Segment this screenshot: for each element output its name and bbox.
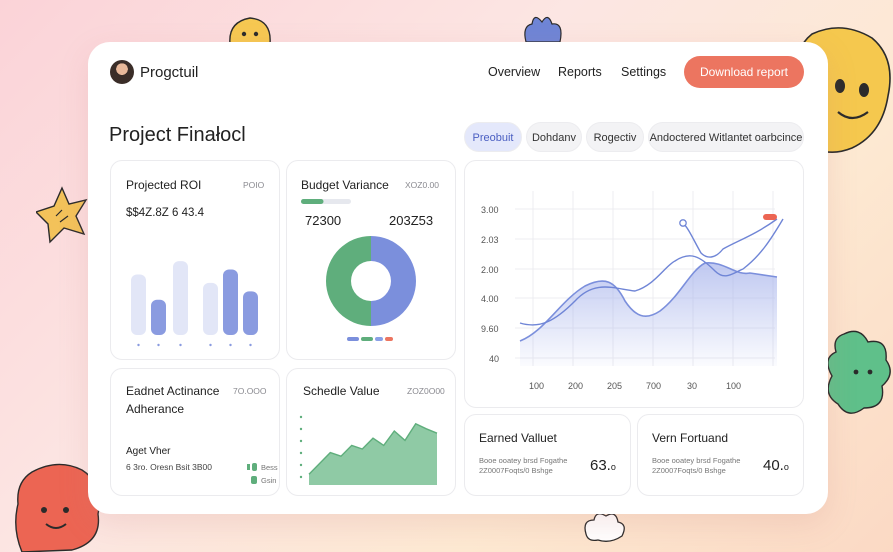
filter-pill-4[interactable]: Andoctered Witlantet oarbcince (648, 122, 804, 152)
forecast-panel: Vern Fortuand Booe ooatey brsd Fogathe 2… (637, 414, 804, 496)
budget-tag: XOZ0.00 (405, 180, 440, 190)
roi-bar-dot (137, 343, 140, 347)
legend-dot-2 (251, 476, 257, 484)
dashboard-card: Progctuil Overview Reports Settings Down… (88, 42, 828, 514)
roi-bar (243, 291, 258, 335)
y-axis-dot (299, 475, 303, 479)
budget-progress-bar (301, 199, 351, 204)
roi-bar-dot (209, 343, 212, 347)
budget-right-value: 203Z53 (389, 213, 434, 228)
header: Progctuil Overview Reports Settings Down… (88, 42, 828, 104)
trend-point-marker (679, 219, 687, 227)
budget-left-value: 72300 (305, 213, 342, 228)
x-label-1: 100 (529, 381, 545, 391)
forecast-value: 40.o (763, 457, 789, 474)
nav-settings[interactable]: Settings (621, 65, 666, 79)
y-axis-dot (299, 463, 303, 467)
roi-bar-chart (131, 261, 258, 347)
donut-slice-green (325, 236, 371, 326)
earned-desc: Booe ooatey brsd Fogathe 2Z0007Foqts/0 B… (479, 456, 568, 475)
x-label-3: 205 (607, 381, 623, 391)
y-axis-dot (299, 427, 303, 431)
page-title: Project Finałocl (109, 124, 246, 146)
white-creature-bottom (584, 513, 625, 542)
filter-pill-1[interactable]: Preobuit (464, 122, 522, 152)
budget-variance-panel: Budget Variance XOZ0.00 72300 203Z53 (286, 160, 456, 360)
budget-title: Budget Variance (301, 178, 389, 192)
roi-bar-dot (179, 343, 182, 347)
earned-value-panel: Earned Valluet Booe ooatey brsd Fogathe … (464, 414, 631, 496)
trend-area (520, 262, 777, 366)
nav-reports[interactable]: Reports (558, 65, 602, 79)
y-label-2: 2.03 (481, 235, 499, 245)
y-label-4: 4.00 (481, 294, 499, 304)
roi-bar (131, 274, 146, 335)
app-name: Progctuil (140, 64, 199, 81)
forecast-title: Vern Fortuand (652, 431, 729, 445)
earned-value: 63.o (590, 457, 616, 474)
avatar[interactable] (110, 60, 134, 84)
legend-label-1: Bess (261, 463, 278, 472)
green-creature-right (827, 330, 891, 414)
x-label-6: 100 (726, 381, 742, 391)
adherence-title-2: Adherance (126, 402, 185, 416)
nav-overview[interactable]: Overview (488, 65, 540, 79)
roi-bar-dot (157, 343, 160, 347)
roi-bar (203, 282, 218, 335)
adherence-sub-value: 6 3ro. Oresn Bsit 3B00 (126, 462, 212, 472)
trend-line-chart (515, 191, 784, 366)
adherence-sub-title: Aget Vher (126, 446, 171, 457)
forecast-desc: Booe ooatey brsd Fogathe 2Z0007Foqts/0 B… (652, 456, 741, 475)
roi-bar-dot (249, 343, 252, 347)
roi-title: Projected ROI (126, 178, 202, 192)
y-label-6: 40 (489, 354, 500, 364)
y-axis-dot (299, 451, 303, 455)
budget-donut-chart (325, 236, 416, 326)
roi-bar (151, 299, 166, 335)
y-label-3: 2.00 (481, 265, 499, 275)
download-report-button[interactable]: Download report (684, 56, 804, 88)
x-label-2: 200 (568, 381, 584, 391)
legend-label-2: Gsin (261, 476, 277, 485)
y-axis-dot (299, 415, 303, 419)
adherence-panel: Eadnet Actinance Adherance 7O.OOO Aget V… (110, 368, 280, 496)
roi-bar (223, 269, 238, 335)
adherence-title-1: Eadnet Actinance (126, 384, 220, 398)
roi-tag: POIO (243, 180, 265, 190)
roi-bar (173, 261, 188, 335)
y-axis-dot (299, 439, 303, 443)
orange-creature-left (36, 186, 88, 244)
filter-pill-3[interactable]: Rogectiv (586, 122, 644, 152)
roi-value: $$4Z.8Z 6 43.4 (126, 207, 204, 219)
progress-fill (301, 199, 324, 204)
trend-line-3 (682, 218, 778, 258)
x-label-4: 700 (646, 381, 662, 391)
trend-end-marker (763, 214, 777, 220)
donut-legend-dots (347, 337, 393, 341)
earned-title: Earned Valluet (479, 431, 557, 445)
y-label-5: 9.60 (481, 324, 499, 334)
projected-roi-panel: Projected ROI POIO $$4Z.8Z 6 43.4 (110, 160, 280, 360)
trend-chart-panel: 3.00 2.03 2.00 4.00 9.60 40 100 200 205 … (464, 160, 804, 408)
donut-slice-blue (371, 236, 416, 326)
schedule-area-chart (299, 415, 438, 485)
roi-bar-dot (229, 343, 232, 347)
x-label-5: 30 (687, 381, 698, 391)
schedule-title: Schedle Value (303, 384, 380, 398)
schedule-tag: ZOZ0O00 (407, 386, 445, 396)
filter-pill-2[interactable]: Dohdanv (526, 122, 582, 152)
schedule-value-panel: Schedle Value ZOZ0O00 (286, 368, 456, 496)
adherence-tag: 7O.OOO (233, 386, 267, 396)
legend-dot-1 (247, 463, 257, 471)
y-label-1: 3.00 (481, 205, 499, 215)
